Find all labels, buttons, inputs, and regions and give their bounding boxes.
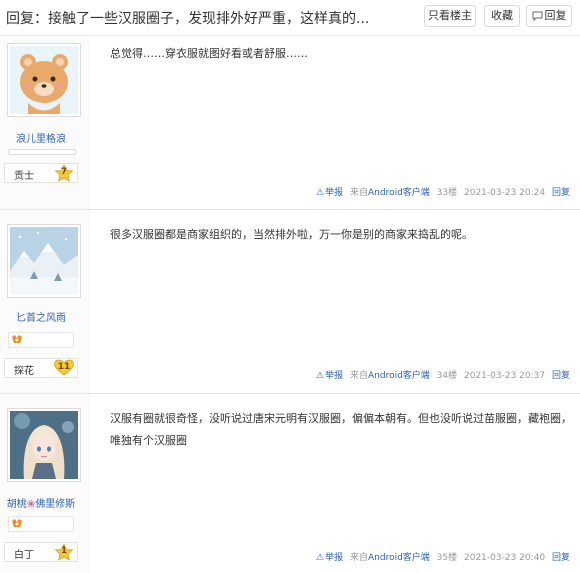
report-label: 举报 (325, 188, 344, 198)
rank-star-icon: 1 (53, 543, 75, 561)
thread-header: 回复：接触了一些汉服圈子，发现排外好严重，这样真的... 只看楼主 收藏 回复 (0, 0, 580, 36)
fan-medal-icon (11, 518, 23, 532)
post-content: 总觉得……穿衣服就图好看或者舒服…… (110, 47, 308, 60)
report-label: 举报 (325, 371, 344, 381)
floor-number: 33楼 (436, 188, 458, 198)
rank-title: 白丁 (14, 550, 34, 561)
username[interactable]: 浪儿里格浪 (0, 130, 82, 145)
avatar[interactable] (7, 224, 81, 298)
username[interactable]: 胡桃❀佛里修斯 (0, 495, 82, 510)
post-source: 来自Android客户端 (349, 553, 430, 563)
rank-level: 1 (60, 546, 68, 556)
thread-title: 回复：接触了一些汉服圈子，发现排外好严重，这样真的... (6, 11, 370, 27)
username[interactable]: 匕首之风雨 (0, 309, 82, 324)
rank-box[interactable]: 白丁 1 (4, 542, 78, 562)
post-time: 2021-03-23 20:37 (464, 371, 546, 381)
rank-level: 7 (60, 167, 68, 177)
reply-link[interactable]: 回复 (552, 188, 570, 198)
post-footer: ⚠举报 来自Android客户端 35楼 2021-03-23 20:40 回复 (312, 550, 570, 563)
rank-box[interactable]: 探花 11 (4, 358, 78, 378)
reply-thread-button[interactable]: 回复 (526, 5, 572, 27)
report-link[interactable]: ⚠举报 (316, 553, 343, 563)
post-time: 2021-03-23 20:40 (464, 553, 546, 563)
comment-icon (532, 11, 542, 22)
bear-avatar-icon (10, 46, 78, 114)
report-link[interactable]: ⚠举报 (316, 188, 343, 198)
post-source: 来自Android客户端 (349, 188, 430, 198)
level-bar (8, 149, 76, 155)
anime-girl-avatar-icon (10, 411, 78, 479)
rank-heart-icon: 11 (53, 359, 75, 377)
rank-box[interactable]: 贡士 7 (4, 163, 78, 183)
fan-medal-icon (11, 334, 23, 348)
client-link[interactable]: Android客户端 (368, 188, 430, 198)
avatar[interactable] (7, 43, 81, 117)
floor-number: 35楼 (436, 553, 458, 563)
post-source: 来自Android客户端 (349, 371, 430, 381)
rank-title: 贡士 (14, 171, 34, 182)
only-host-button[interactable]: 只看楼主 (424, 5, 476, 27)
reply-thread-label: 回复 (544, 9, 567, 22)
post-content: 很多汉服圈都是商家组织的，当然排外啦，万一你是别的商家来捣乱的呢。 (110, 228, 473, 241)
avatar[interactable] (7, 408, 81, 482)
medal-box[interactable] (8, 516, 74, 532)
client-link[interactable]: Android客户端 (368, 553, 430, 563)
floor-number: 34楼 (436, 371, 458, 381)
snow-landscape-avatar-icon (10, 227, 78, 295)
report-label: 举报 (325, 553, 344, 563)
post-footer: ⚠举报 来自Android客户端 33楼 2021-03-23 20:24 回复 (312, 185, 570, 198)
post-33: 浪儿里格浪 贡士 7 总觉得……穿衣服就图好看或者舒服…… ⚠举报 来自Andr… (0, 37, 580, 210)
medal-box[interactable] (8, 332, 74, 348)
rank-level: 11 (57, 362, 71, 372)
rank-star-icon: 7 (53, 164, 75, 182)
flower-icon: ❀ (26, 499, 36, 510)
reply-link[interactable]: 回复 (552, 553, 570, 563)
rank-title: 探花 (14, 366, 34, 377)
reply-link[interactable]: 回复 (552, 371, 570, 381)
post-footer: ⚠举报 来自Android客户端 34楼 2021-03-23 20:37 回复 (312, 368, 570, 381)
favorite-button[interactable]: 收藏 (484, 5, 520, 27)
client-link[interactable]: Android客户端 (368, 371, 430, 381)
post-content: 汉服有圈就很奇怪，没听说过唐宋元明有汉服圈，偏偏本朝有。但也没听说过苗服圈，藏袍… (110, 412, 572, 447)
post-34: 匕首之风雨 探花 11 很多汉服圈都是商家组织的，当然排外啦，万一你是别的商家来… (0, 210, 580, 394)
post-35: 胡桃❀佛里修斯 白丁 1 汉服有圈就很奇怪，没听说过唐宋元明有汉服圈，偏偏本朝有… (0, 394, 580, 573)
report-link[interactable]: ⚠举报 (316, 371, 343, 381)
post-time: 2021-03-23 20:24 (464, 188, 546, 198)
